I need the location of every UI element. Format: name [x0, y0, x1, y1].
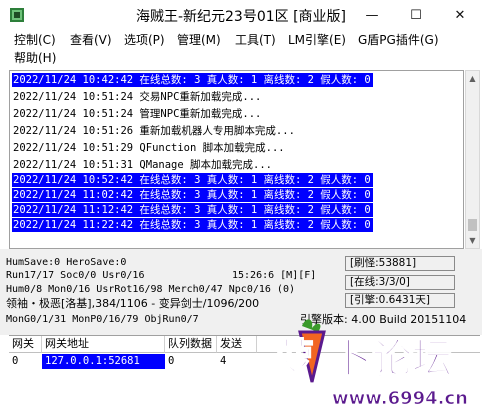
cell-gateway[interactable]: 0 [9, 354, 42, 369]
cell-send[interactable]: 4 [217, 354, 257, 369]
engine-uptime-box: [引擎:0.6431天] [345, 293, 455, 308]
maximize-button[interactable]: ☐ [394, 0, 438, 30]
save-status: HumSave:0 HeroSave:0 [6, 257, 127, 268]
hum-status: Hum0/8 Mon0/16 UsrRot16/98 Merch0/47 Npc… [6, 284, 295, 295]
log-line[interactable]: 2022/11/24 10:52:42 在线总数: 3 真人数: 1 离线数: … [12, 173, 373, 187]
menu-lm-engine[interactable]: LM引擎(E) [288, 31, 346, 49]
run-status: Run17/17 Soc0/0 Usr0/16 [6, 270, 145, 281]
log-line[interactable]: 2022/11/24 11:22:42 在线总数: 3 真人数: 1 离线数: … [12, 218, 373, 232]
col-header-gateway[interactable]: 网关 [9, 336, 42, 353]
cell-gateway-address[interactable]: 127.0.0.1:52681 [42, 354, 165, 369]
log-line[interactable]: 2022/11/24 10:51:24 管理NPC重新加载完成... [12, 107, 263, 121]
menu-options[interactable]: 选项(P) [124, 31, 165, 49]
scroll-up-icon[interactable]: ▲ [466, 71, 479, 86]
menu-view[interactable]: 查看(V) [70, 31, 112, 49]
scroll-down-icon[interactable]: ▼ [466, 233, 479, 248]
close-icon: ✕ [454, 7, 466, 23]
title-bar[interactable]: 海贼王-新纪元23号01区 [商业版] — ☐ ✕ [0, 0, 482, 30]
minimize-button[interactable]: — [350, 0, 394, 30]
scroll-thumb[interactable] [468, 219, 477, 231]
server-time: 15:26:6 [M][F] [232, 270, 317, 281]
menu-help[interactable]: 帮助(H) [14, 49, 56, 67]
log-line[interactable]: 2022/11/24 10:42:42 在线总数: 3 真人数: 1 离线数: … [12, 73, 373, 87]
menu-bar: 控制(C) 查看(V) 选项(P) 管理(M) 工具(T) LM引擎(E) G盾… [0, 30, 482, 68]
menu-g-shield-plugin[interactable]: G盾PG插件(G) [358, 31, 439, 49]
svg-text:萝: 萝 [274, 336, 314, 382]
leader-status: 领袖・极恶[洛基],384/1106 - 变异剑士/1096/200 [6, 297, 260, 310]
server-window: 海贼王-新纪元23号01区 [商业版] — ☐ ✕ 控制(C) 查看(V) 选项… [0, 0, 482, 413]
col-header-gateway-address[interactable]: 网关地址 [42, 336, 165, 353]
minimize-icon: — [365, 7, 379, 23]
col-header-queue-data[interactable]: 队列数据 [165, 336, 217, 353]
menu-tools[interactable]: 工具(T) [235, 31, 276, 49]
online-count-box: [在线:3/3/0] [345, 275, 455, 290]
menu-control[interactable]: 控制(C) [14, 31, 56, 49]
log-line[interactable]: 2022/11/24 11:12:42 在线总数: 3 真人数: 1 离线数: … [12, 203, 373, 217]
log-list[interactable]: 2022/11/24 10:42:42 在线总数: 3 真人数: 1 离线数: … [9, 70, 464, 249]
log-line[interactable]: 2022/11/24 10:51:29 QFunction 脚本加载完成... [12, 141, 287, 155]
log-scrollbar[interactable]: ▲ ▼ [465, 70, 480, 249]
svg-text:卜论坛: 卜论坛 [332, 336, 452, 382]
log-line[interactable]: 2022/11/24 11:02:42 在线总数: 3 真人数: 1 离线数: … [12, 188, 373, 202]
menu-manage[interactable]: 管理(M) [177, 31, 221, 49]
mon-status: MonG0/1/31 MonP0/16/79 ObjRun0/7 [6, 314, 199, 325]
log-line[interactable]: 2022/11/24 10:51:26 重新加载机器人专用脚本完成... [12, 124, 297, 138]
maximize-icon: ☐ [410, 7, 422, 23]
log-line[interactable]: 2022/11/24 10:51:31 QManage 脚本加载完成... [12, 158, 274, 172]
col-header-send[interactable]: 发送 [217, 336, 257, 353]
refresh-count-box: [刷怪:53881] [345, 256, 455, 271]
forum-watermark-logo: 萝 卜论坛 www.6994.cn [273, 319, 468, 409]
cell-queue-data[interactable]: 0 [165, 354, 217, 369]
svg-text:www.6994.cn: www.6994.cn [332, 388, 468, 409]
log-line[interactable]: 2022/11/24 10:51:24 交易NPC重新加载完成... [12, 90, 263, 104]
close-button[interactable]: ✕ [438, 0, 482, 30]
